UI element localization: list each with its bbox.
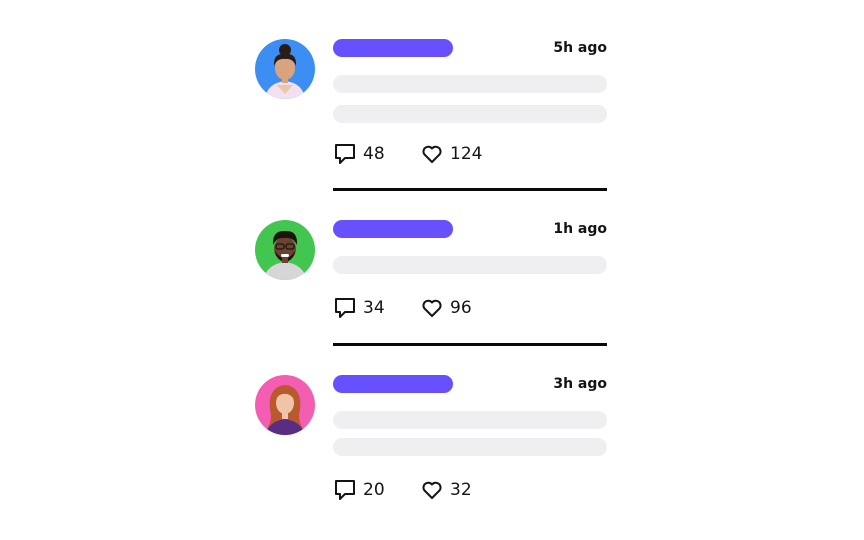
- post-timestamp: 3h ago: [553, 376, 607, 392]
- post-card[interactable]: 1h ago 34 96: [255, 220, 607, 320]
- post-timestamp: 1h ago: [553, 221, 607, 237]
- person-portrait-icon: [255, 220, 315, 280]
- person-portrait-icon: [255, 375, 315, 435]
- post-timestamp: 5h ago: [553, 40, 607, 56]
- heart-icon: [420, 478, 444, 502]
- post-card[interactable]: 3h ago 20 32: [255, 375, 607, 505]
- post-text-placeholder: [333, 256, 607, 274]
- heart-icon: [420, 142, 444, 166]
- like-count: 124: [450, 144, 483, 164]
- author-name-placeholder[interactable]: [333, 220, 453, 238]
- like-button[interactable]: 124: [420, 141, 482, 167]
- post-text-placeholder: [333, 105, 607, 123]
- post-divider: [333, 343, 607, 346]
- like-button[interactable]: 32: [420, 477, 472, 503]
- avatar[interactable]: [255, 220, 315, 280]
- post-text-placeholder: [333, 411, 607, 429]
- comment-icon: [333, 478, 357, 502]
- post-text-placeholder: [333, 75, 607, 93]
- post-divider: [333, 188, 607, 191]
- like-button[interactable]: 96: [420, 295, 472, 321]
- comment-count: 20: [363, 480, 385, 500]
- like-count: 96: [450, 298, 472, 318]
- activity-feed: 5h ago 48 124 1h ago 34 96 3h ago 20 32: [0, 0, 864, 540]
- comment-count: 48: [363, 144, 385, 164]
- post-text-placeholder: [333, 438, 607, 456]
- avatar[interactable]: [255, 39, 315, 99]
- comment-button[interactable]: 20: [333, 477, 385, 503]
- avatar[interactable]: [255, 375, 315, 435]
- comment-button[interactable]: 48: [333, 141, 385, 167]
- comment-icon: [333, 142, 357, 166]
- author-name-placeholder[interactable]: [333, 375, 453, 393]
- post-card[interactable]: 5h ago 48 124: [255, 39, 607, 169]
- comment-icon: [333, 296, 357, 320]
- author-name-placeholder[interactable]: [333, 39, 453, 57]
- heart-icon: [420, 296, 444, 320]
- person-portrait-icon: [255, 39, 315, 99]
- like-count: 32: [450, 480, 472, 500]
- comment-count: 34: [363, 298, 385, 318]
- comment-button[interactable]: 34: [333, 295, 385, 321]
